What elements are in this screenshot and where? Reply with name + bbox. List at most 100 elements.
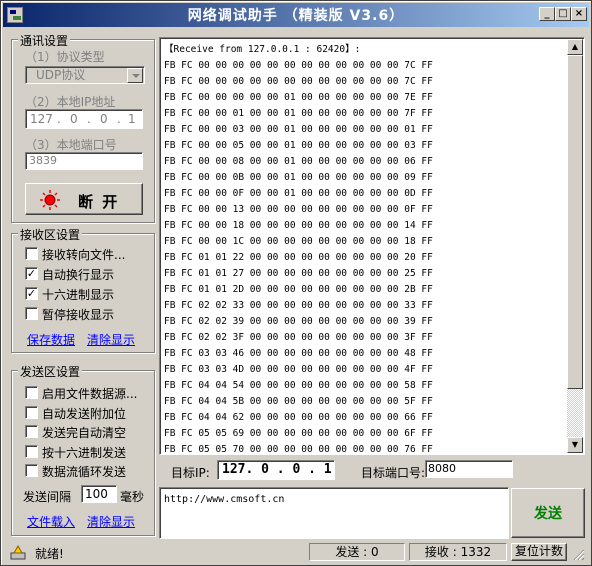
receive-line: FB FC 03 03 4D 00 00 00 00 00 00 00 00 0…	[164, 364, 433, 375]
scroll-up-icon[interactable]: ▲	[567, 39, 583, 55]
ip-segment-1[interactable]: 127	[30, 110, 53, 128]
receive-checkbox[interactable]	[25, 307, 38, 320]
ip-segment-3[interactable]: 0	[100, 110, 108, 128]
send-option-label: 启用文件数据源...	[42, 387, 138, 401]
receive-line: FB FC 02 02 33 00 00 00 00 00 00 00 00 0…	[164, 300, 433, 311]
receive-line: FB FC 00 00 13 00 00 00 00 00 00 00 00 0…	[164, 204, 433, 215]
receive-checkbox[interactable]: ✓	[25, 267, 38, 280]
send-option[interactable]: 按十六进制发送	[25, 444, 151, 460]
send-option-label: 按十六进制发送	[42, 445, 127, 460]
receive-line: FB FC 03 03 46 00 00 00 00 00 00 00 00 0…	[164, 348, 433, 359]
receive-textarea[interactable]: 【Receive from 127.0.0.1 : 62420】: FB FC 0…	[159, 37, 585, 455]
target-port-label: 目标端口号:	[361, 466, 426, 480]
receive-line: FB FC 02 02 3F 00 00 00 00 00 00 00 00 0…	[164, 332, 433, 343]
clear-receive-link[interactable]: 清除显示	[87, 331, 135, 348]
receive-scrollbar[interactable]: ▲ ▼	[567, 39, 583, 453]
receive-line: FB FC 00 00 1C 00 00 00 00 00 00 00 00 0…	[164, 236, 433, 247]
resize-grip-icon[interactable]	[573, 549, 585, 561]
send-button-label: 发送	[534, 506, 562, 522]
send-checkbox[interactable]	[25, 464, 38, 477]
receive-option-label: 自动换行显示	[42, 268, 115, 282]
minimize-button[interactable]: _	[539, 7, 555, 21]
send-content: http://www.cmsoft.cn	[164, 494, 285, 505]
disconnect-button[interactable]: 断 开	[25, 183, 143, 215]
receive-line: FB FC 04 04 54 00 00 00 00 00 00 00 00 0…	[164, 380, 433, 391]
ip-segment-4[interactable]: 1	[128, 110, 136, 128]
protocol-label: （1）协议类型	[25, 50, 105, 64]
close-button[interactable]: ×	[571, 7, 587, 21]
send-interval-unit: 毫秒	[120, 490, 145, 504]
send-textarea[interactable]: http://www.cmsoft.cn	[159, 487, 509, 539]
load-file-link[interactable]: 文件载入	[27, 513, 75, 530]
receive-checkbox[interactable]: ✓	[25, 287, 38, 300]
scroll-thumb[interactable]	[567, 55, 583, 389]
receive-option-label: 十六进制显示	[42, 288, 115, 302]
send-option[interactable]: 发送完自动清空	[25, 424, 151, 440]
send-option[interactable]: 启用文件数据源...	[25, 385, 151, 401]
receive-line: FB FC 04 04 5B 00 00 00 00 00 00 00 00 0…	[164, 396, 433, 407]
receive-line: FB FC 00 00 00 00 00 00 00 00 00 00 00 0…	[164, 60, 433, 71]
protocol-select[interactable]: UDP协议	[25, 66, 145, 84]
send-button[interactable]: 发送	[511, 488, 585, 538]
send-checkbox[interactable]	[25, 444, 38, 458]
save-data-link[interactable]: 保存数据	[27, 331, 75, 348]
receive-option[interactable]: ✓ 十六进制显示	[25, 286, 151, 302]
receive-line: 【Receive from 127.0.0.1 : 62420】:	[164, 44, 361, 55]
receive-option[interactable]: 暂停接收显示	[25, 306, 151, 322]
comm-settings-title: 通讯设置	[18, 32, 71, 49]
send-checkbox[interactable]	[25, 425, 38, 438]
chevron-down-icon[interactable]	[127, 68, 143, 83]
target-ip-label: 目标IP:	[171, 466, 210, 480]
local-port-label: （3）本地端口号	[25, 138, 117, 152]
target-port-input[interactable]: 8080	[425, 460, 513, 478]
send-interval-label: 发送间隔	[23, 490, 72, 504]
main-window: 网络调试助手 （精装版 V3.6） _ □ × 通讯设置 （1）协议类型 UDP…	[0, 0, 592, 566]
send-option-label: 发送完自动清空	[42, 426, 127, 440]
receive-line: FB FC 05 05 69 00 00 00 00 00 00 00 00 0…	[164, 428, 433, 439]
ip-segment-2[interactable]: 0	[70, 110, 78, 128]
receive-line: FB FC 00 00 03 00 00 01 00 00 00 00 00 0…	[164, 124, 433, 135]
send-settings-title: 发送区设置	[18, 363, 83, 380]
status-icon	[10, 544, 26, 560]
local-ip-input[interactable]: 127 . 0 . 0 . 1	[25, 109, 143, 129]
target-ip-input[interactable]: 127. 0 . 0 . 1	[217, 460, 335, 480]
send-interval-input[interactable]: 100	[81, 485, 117, 503]
send-option-label: 数据流循环发送	[42, 465, 127, 479]
disconnect-label: 断 开	[78, 193, 120, 211]
receive-option-label: 接收转向文件...	[42, 248, 126, 262]
title-bar[interactable]: 网络调试助手 （精装版 V3.6） _ □ ×	[3, 3, 589, 27]
receive-option[interactable]: ✓ 自动换行显示	[25, 266, 151, 282]
receive-checkbox[interactable]	[25, 247, 38, 260]
send-checkbox[interactable]	[25, 386, 38, 399]
receive-line: FB FC 00 00 05 00 00 01 00 00 00 00 00 0…	[164, 140, 433, 151]
receive-line: FB FC 04 04 62 00 00 00 00 00 00 00 00 0…	[164, 412, 433, 423]
receive-line: FB FC 00 00 0B 00 00 01 00 00 00 00 00 0…	[164, 172, 433, 183]
send-option[interactable]: 数据流循环发送	[25, 463, 151, 479]
maximize-button[interactable]: □	[555, 7, 571, 21]
reset-count-button[interactable]: 复位计数	[511, 543, 567, 561]
receive-line: FB FC 01 01 27 00 00 00 00 00 00 00 00 0…	[164, 268, 433, 279]
receive-line: FB FC 00 00 01 00 00 01 00 00 00 00 00 0…	[164, 108, 433, 119]
receive-line: FB FC 05 05 70 00 00 00 00 00 00 00 00 0…	[164, 444, 433, 455]
send-checkbox[interactable]	[25, 405, 38, 419]
window-title: 网络调试助手 （精装版 V3.6）	[187, 8, 405, 24]
status-ready: 就绪!	[35, 547, 64, 561]
receive-option-label: 暂停接收显示	[42, 308, 115, 322]
send-option-label: 自动发送附加位	[42, 406, 127, 421]
receive-option[interactable]: 接收转向文件...	[25, 246, 151, 262]
local-port-input[interactable]: 3839	[25, 152, 143, 170]
send-option[interactable]: 自动发送附加位	[25, 405, 151, 421]
receive-line: FB FC 00 00 08 00 00 01 00 00 00 00 00 0…	[164, 156, 433, 167]
power-icon	[40, 190, 60, 210]
receive-content: 【Receive from 127.0.0.1 : 62420】: FB FC 0…	[164, 42, 564, 455]
receive-line: FB FC 00 00 0F 00 00 01 00 00 00 00 00 0…	[164, 188, 433, 199]
protocol-value: UDP协议	[36, 68, 86, 82]
clear-send-link[interactable]: 清除显示	[87, 513, 135, 530]
local-ip-label: （2）本地IP地址	[25, 95, 116, 109]
receive-line: FB FC 01 01 22 00 00 00 00 00 00 00 00 0…	[164, 252, 433, 263]
receive-line: FB FC 01 01 2D 00 00 00 00 00 00 00 00 0…	[164, 284, 433, 295]
receive-line: FB FC 00 00 00 00 00 01 00 00 00 00 00 0…	[164, 92, 433, 103]
receive-line: FB FC 00 00 00 00 00 00 00 00 00 00 00 0…	[164, 76, 433, 87]
receive-line: FB FC 00 00 18 00 00 00 00 00 00 00 00 0…	[164, 220, 433, 231]
scroll-down-icon[interactable]: ▼	[567, 437, 583, 453]
